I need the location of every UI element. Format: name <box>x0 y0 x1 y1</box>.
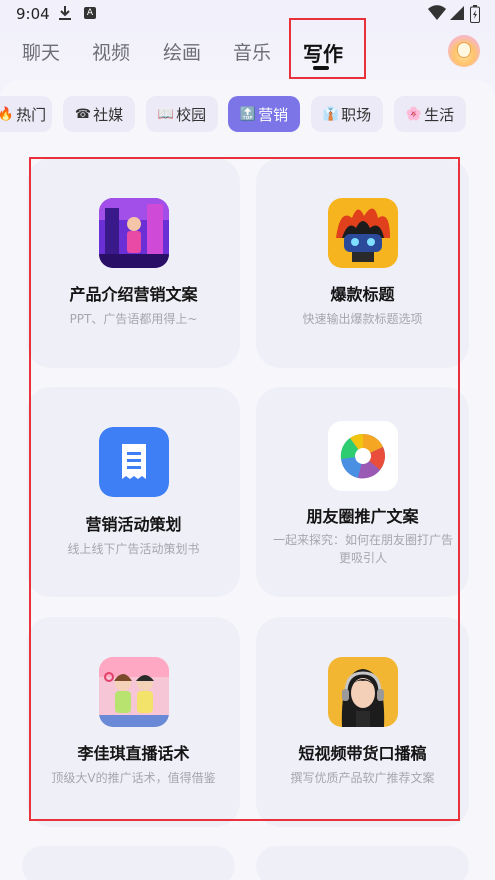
flower-icon: 🌸 <box>405 106 423 122</box>
tie-icon: 👔 <box>322 106 340 122</box>
category-chip-row: 🔥 热门 ☎ 社媒 📖 校园 🔝 营销 👔 职场 🌸 生活 <box>0 96 495 136</box>
chip-social[interactable]: ☎ 社媒 <box>63 96 135 132</box>
top-tab-bar: 聊天 视频 绘画 音乐 写作 <box>0 28 495 80</box>
tab-highlight-box <box>289 18 366 79</box>
top-arrow-icon: 🔝 <box>239 106 257 122</box>
status-bar: 9:04 A <box>0 0 495 28</box>
wifi-icon <box>428 5 446 25</box>
chip-label: 社媒 <box>93 105 124 124</box>
chip-label: 营销 <box>258 105 289 124</box>
cards-highlight-box <box>29 157 460 821</box>
chip-marketing[interactable]: 🔝 营销 <box>228 96 300 132</box>
tab-chat[interactable]: 聊天 <box>22 38 60 65</box>
battery-icon <box>470 5 480 27</box>
chip-workplace[interactable]: 👔 职场 <box>311 96 383 132</box>
chip-campus[interactable]: 📖 校园 <box>146 96 218 132</box>
book-icon: 📖 <box>157 106 175 122</box>
chip-life[interactable]: 🌸 生活 <box>394 96 466 132</box>
status-time: 9:04 <box>16 5 50 23</box>
tab-music[interactable]: 音乐 <box>233 38 271 65</box>
tab-video[interactable]: 视频 <box>92 38 130 65</box>
chip-label: 职场 <box>341 105 372 124</box>
chip-label: 校园 <box>176 105 207 124</box>
chip-hot[interactable]: 🔥 热门 <box>0 96 52 132</box>
signal-icon <box>449 5 465 25</box>
avatar[interactable] <box>448 35 480 67</box>
card-next-row-right[interactable] <box>256 846 469 880</box>
chip-label: 热门 <box>16 105 47 124</box>
card-next-row-left[interactable] <box>22 846 235 880</box>
download-icon <box>58 5 72 25</box>
phone-icon: ☎ <box>74 106 92 122</box>
fire-icon: 🔥 <box>0 106 15 122</box>
chip-label: 生活 <box>424 105 455 124</box>
a-notification-icon: A <box>84 7 96 19</box>
tab-drawing[interactable]: 绘画 <box>163 38 201 65</box>
